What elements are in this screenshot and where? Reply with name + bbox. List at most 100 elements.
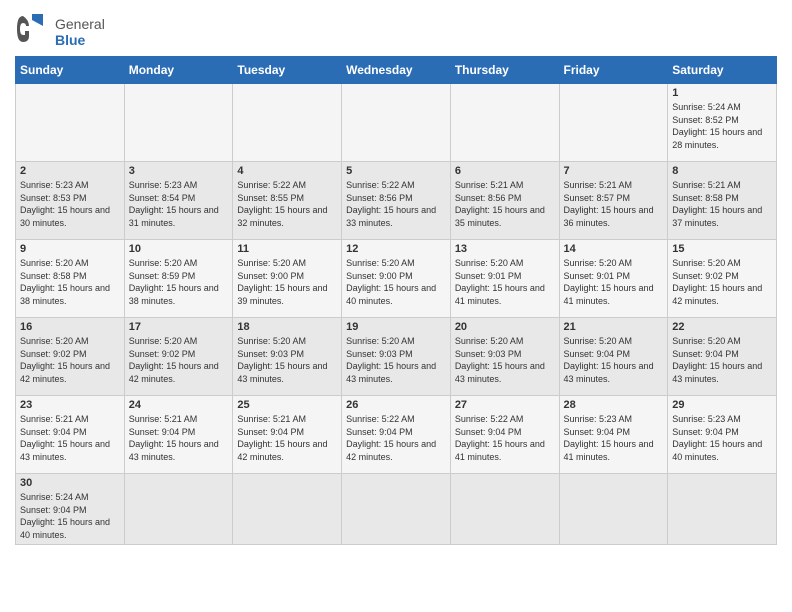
day-info: Sunrise: 5:22 AM Sunset: 9:04 PM Dayligh… — [455, 413, 555, 463]
day-number: 10 — [129, 243, 229, 255]
day-info: Sunrise: 5:21 AM Sunset: 8:57 PM Dayligh… — [564, 179, 664, 229]
calendar-week-row: 16 Sunrise: 5:20 AM Sunset: 9:02 PM Dayli… — [16, 318, 777, 396]
day-number: 7 — [564, 165, 664, 177]
header-cell-tuesday: Tuesday — [233, 57, 342, 84]
day-info: Sunrise: 5:21 AM Sunset: 8:58 PM Dayligh… — [672, 179, 772, 229]
calendar-week-row: 23 Sunrise: 5:21 AM Sunset: 9:04 PM Dayli… — [16, 396, 777, 474]
calendar-cell: 5Sunrise: 5:22 AM Sunset: 8:56 PM Daylig… — [342, 162, 451, 240]
day-info: Sunrise: 5:20 AM Sunset: 8:59 PM Dayligh… — [129, 257, 229, 307]
calendar-cell: 15 Sunrise: 5:20 AM Sunset: 9:02 PM Dayli… — [668, 240, 777, 318]
day-info: Sunrise: 5:20 AM Sunset: 9:00 PM Dayligh… — [237, 257, 337, 307]
day-info: Sunrise: 5:20 AM Sunset: 9:00 PM Dayligh… — [346, 257, 446, 307]
day-number: 30 — [20, 477, 120, 489]
calendar-cell: 11Sunrise: 5:20 AM Sunset: 9:00 PM Dayli… — [233, 240, 342, 318]
calendar-cell: 2 Sunrise: 5:23 AM Sunset: 8:53 PM Daylig… — [16, 162, 125, 240]
day-info: Sunrise: 5:24 AM Sunset: 9:04 PM Dayligh… — [20, 491, 120, 541]
calendar-cell: 30 Sunrise: 5:24 AM Sunset: 9:04 PM Dayli… — [16, 474, 125, 545]
day-info: Sunrise: 5:21 AM Sunset: 9:04 PM Dayligh… — [20, 413, 120, 463]
calendar-cell: 23 Sunrise: 5:21 AM Sunset: 9:04 PM Dayli… — [16, 396, 125, 474]
page-header: GeneralBlue — [15, 10, 777, 48]
day-number: 9 — [20, 243, 120, 255]
calendar-cell: 14Sunrise: 5:20 AM Sunset: 9:01 PM Dayli… — [559, 240, 668, 318]
day-info: Sunrise: 5:23 AM Sunset: 9:04 PM Dayligh… — [672, 413, 772, 463]
calendar-cell — [559, 474, 668, 545]
day-number: 14 — [564, 243, 664, 255]
calendar-cell — [668, 474, 777, 545]
day-info: Sunrise: 5:20 AM Sunset: 9:03 PM Dayligh… — [346, 335, 446, 385]
calendar-cell: 6 Sunrise: 5:21 AM Sunset: 8:56 PM Daylig… — [450, 162, 559, 240]
day-number: 18 — [237, 321, 337, 333]
day-number: 15 — [672, 243, 772, 255]
day-number: 3 — [129, 165, 229, 177]
day-info: Sunrise: 5:20 AM Sunset: 9:02 PM Dayligh… — [672, 257, 772, 307]
calendar-cell: 29 Sunrise: 5:23 AM Sunset: 9:04 PM Dayli… — [668, 396, 777, 474]
day-info: Sunrise: 5:20 AM Sunset: 9:02 PM Dayligh… — [20, 335, 120, 385]
calendar-cell: 8Sunrise: 5:21 AM Sunset: 8:58 PM Daylig… — [668, 162, 777, 240]
day-info: Sunrise: 5:20 AM Sunset: 8:58 PM Dayligh… — [20, 257, 120, 307]
day-number: 16 — [20, 321, 120, 333]
day-info: Sunrise: 5:20 AM Sunset: 9:04 PM Dayligh… — [564, 335, 664, 385]
day-info: Sunrise: 5:20 AM Sunset: 9:01 PM Dayligh… — [455, 257, 555, 307]
logo-container: GeneralBlue — [15, 10, 105, 48]
header-cell-thursday: Thursday — [450, 57, 559, 84]
calendar-cell: 4 Sunrise: 5:22 AM Sunset: 8:55 PM Daylig… — [233, 162, 342, 240]
calendar-cell — [559, 84, 668, 162]
day-number: 25 — [237, 399, 337, 411]
day-number: 2 — [20, 165, 120, 177]
calendar-cell — [124, 84, 233, 162]
day-info: Sunrise: 5:22 AM Sunset: 8:55 PM Dayligh… — [237, 179, 337, 229]
calendar-cell — [124, 474, 233, 545]
day-number: 22 — [672, 321, 772, 333]
day-info: Sunrise: 5:23 AM Sunset: 9:04 PM Dayligh… — [564, 413, 664, 463]
logo-general-text: General — [55, 17, 105, 32]
calendar-week-row: 30 Sunrise: 5:24 AM Sunset: 9:04 PM Dayli… — [16, 474, 777, 545]
logo: GeneralBlue — [15, 10, 105, 48]
day-info: Sunrise: 5:23 AM Sunset: 8:53 PM Dayligh… — [20, 179, 120, 229]
day-number: 4 — [237, 165, 337, 177]
day-number: 1 — [672, 87, 772, 99]
logo-blue-text: Blue — [55, 33, 105, 48]
calendar-cell — [342, 84, 451, 162]
day-number: 28 — [564, 399, 664, 411]
header-row: SundayMondayTuesdayWednesdayThursdayFrid… — [16, 57, 777, 84]
calendar-header: SundayMondayTuesdayWednesdayThursdayFrid… — [16, 57, 777, 84]
calendar-body: 1 Sunrise: 5:24 AM Sunset: 8:52 PM Daylig… — [16, 84, 777, 545]
calendar-cell: 28 Sunrise: 5:23 AM Sunset: 9:04 PM Dayli… — [559, 396, 668, 474]
day-number: 26 — [346, 399, 446, 411]
calendar-cell: 20Sunrise: 5:20 AM Sunset: 9:03 PM Dayli… — [450, 318, 559, 396]
calendar-cell: 19Sunrise: 5:20 AM Sunset: 9:03 PM Dayli… — [342, 318, 451, 396]
day-info: Sunrise: 5:22 AM Sunset: 9:04 PM Dayligh… — [346, 413, 446, 463]
calendar-cell: 3Sunrise: 5:23 AM Sunset: 8:54 PM Daylig… — [124, 162, 233, 240]
calendar-week-row: 2 Sunrise: 5:23 AM Sunset: 8:53 PM Daylig… — [16, 162, 777, 240]
calendar-cell: 27 Sunrise: 5:22 AM Sunset: 9:04 PM Dayli… — [450, 396, 559, 474]
day-number: 29 — [672, 399, 772, 411]
header-cell-saturday: Saturday — [668, 57, 777, 84]
calendar-cell: 10 Sunrise: 5:20 AM Sunset: 8:59 PM Dayli… — [124, 240, 233, 318]
day-info: Sunrise: 5:21 AM Sunset: 9:04 PM Dayligh… — [237, 413, 337, 463]
calendar-cell: 22 Sunrise: 5:20 AM Sunset: 9:04 PM Dayli… — [668, 318, 777, 396]
logo-icon — [15, 10, 53, 48]
calendar-cell: 12Sunrise: 5:20 AM Sunset: 9:00 PM Dayli… — [342, 240, 451, 318]
day-number: 23 — [20, 399, 120, 411]
calendar-cell: 16 Sunrise: 5:20 AM Sunset: 9:02 PM Dayli… — [16, 318, 125, 396]
header-cell-friday: Friday — [559, 57, 668, 84]
calendar-week-row: 1 Sunrise: 5:24 AM Sunset: 8:52 PM Daylig… — [16, 84, 777, 162]
calendar-cell — [450, 474, 559, 545]
header-cell-monday: Monday — [124, 57, 233, 84]
calendar-cell: 9 Sunrise: 5:20 AM Sunset: 8:58 PM Daylig… — [16, 240, 125, 318]
day-info: Sunrise: 5:21 AM Sunset: 8:56 PM Dayligh… — [455, 179, 555, 229]
calendar-cell — [342, 474, 451, 545]
calendar-cell — [233, 474, 342, 545]
day-number: 6 — [455, 165, 555, 177]
day-info: Sunrise: 5:20 AM Sunset: 9:04 PM Dayligh… — [672, 335, 772, 385]
day-info: Sunrise: 5:20 AM Sunset: 9:03 PM Dayligh… — [237, 335, 337, 385]
day-number: 27 — [455, 399, 555, 411]
logo-text: GeneralBlue — [55, 17, 105, 48]
header-cell-sunday: Sunday — [16, 57, 125, 84]
calendar-cell — [233, 84, 342, 162]
calendar-cell: 7 Sunrise: 5:21 AM Sunset: 8:57 PM Daylig… — [559, 162, 668, 240]
day-info: Sunrise: 5:24 AM Sunset: 8:52 PM Dayligh… — [672, 101, 772, 151]
day-number: 21 — [564, 321, 664, 333]
calendar-cell: 18 Sunrise: 5:20 AM Sunset: 9:03 PM Dayli… — [233, 318, 342, 396]
calendar-cell: 17Sunrise: 5:20 AM Sunset: 9:02 PM Dayli… — [124, 318, 233, 396]
